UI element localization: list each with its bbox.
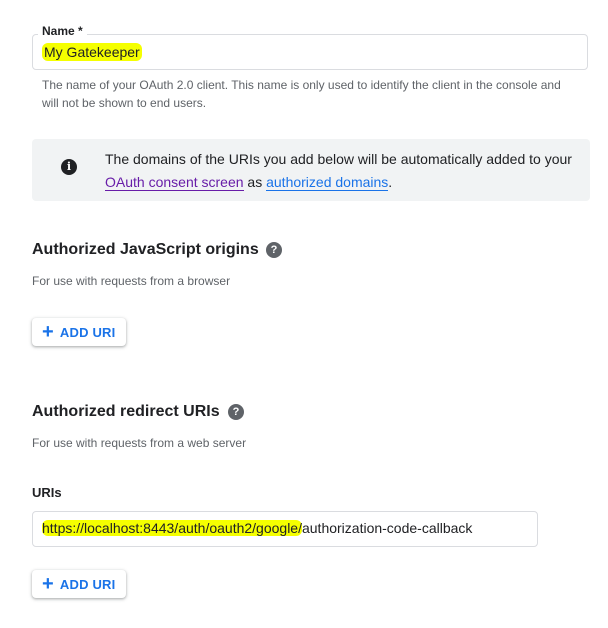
uris-field-label: URIs	[32, 485, 62, 500]
name-field-label: Name *	[38, 24, 87, 38]
authorized-domains-link[interactable]: authorized domains	[266, 174, 389, 191]
redirect-uris-title: Authorized redirect URIs	[32, 403, 220, 420]
oauth-consent-screen-link[interactable]: OAuth consent screen	[105, 174, 244, 191]
info-banner-text-middle: as	[243, 174, 267, 190]
plus-icon: +	[42, 573, 54, 595]
js-origins-subtitle: For use with requests from a browser	[32, 274, 231, 288]
name-field-helper: The name of your OAuth 2.0 client. This …	[42, 78, 561, 110]
info-banner-text-after: .	[388, 174, 393, 190]
name-field-value[interactable]: My Gatekeeper	[42, 43, 142, 61]
add-uri-label: ADD URI	[59, 576, 116, 592]
redirect-uri-value[interactable]: https://localhost:8443/auth/oauth2/googl…	[42, 519, 472, 537]
add-uri-label: ADD URI	[59, 324, 116, 340]
info-icon: i	[61, 159, 77, 175]
help-icon[interactable]: ?	[228, 404, 244, 420]
redirect-uris-add-uri-button[interactable]: + ADD URI	[32, 570, 126, 598]
js-origins-title: Authorized JavaScript origins	[32, 241, 259, 258]
info-banner-text: The domains of the URIs you add below wi…	[105, 148, 575, 194]
js-origins-add-uri-button[interactable]: + ADD URI	[32, 318, 126, 346]
info-banner-text-before: The domains of the URIs you add below wi…	[105, 151, 572, 167]
plus-icon: +	[42, 321, 54, 343]
redirect-uri-rest: authorization-code-callback	[301, 520, 473, 536]
redirect-uri-highlighted: https://localhost:8443/auth/oauth2/googl…	[42, 520, 302, 536]
help-icon[interactable]: ?	[266, 242, 282, 258]
redirect-uris-subtitle: For use with requests from a web server	[32, 436, 247, 450]
